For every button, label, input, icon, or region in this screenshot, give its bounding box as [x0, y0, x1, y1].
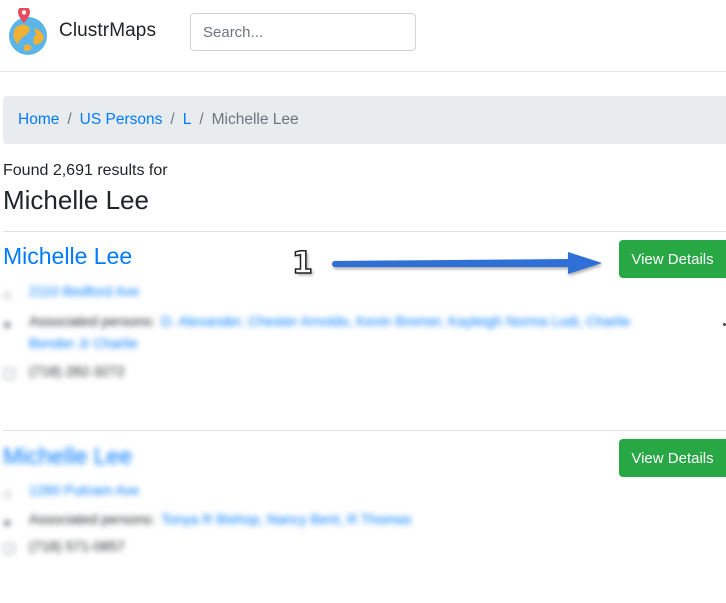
users-icon: ●	[3, 514, 12, 530]
phone-number: (718) 571-0857	[29, 538, 125, 554]
breadcrumb-separator: /	[199, 111, 204, 128]
page-title: Michelle Lee	[3, 185, 149, 215]
users-icon: ●	[3, 316, 12, 332]
breadcrumb-letter-link[interactable]: L	[183, 111, 192, 129]
view-details-button[interactable]: View Details	[619, 240, 726, 278]
associated-persons-links-cont[interactable]: Bender Jr Charlie	[29, 332, 138, 354]
divider	[3, 231, 726, 232]
breadcrumb-separator: /	[170, 111, 175, 128]
phone-icon: ☐	[3, 541, 16, 557]
globe-pin-logo-icon[interactable]	[6, 8, 50, 56]
search-input[interactable]	[190, 13, 416, 51]
associated-label: Associated persons:	[29, 313, 156, 329]
results-count: 2,691	[52, 162, 93, 179]
address-link[interactable]: 1260 Putnam Ave	[29, 479, 139, 501]
associated-persons-links[interactable]: D. Alexander, Chester Arnoldo, Kevin Bre…	[161, 310, 630, 332]
breadcrumb-separator: /	[67, 111, 72, 128]
divider	[3, 430, 726, 431]
associated-persons-links[interactable]: Tonya R Bishop, Nancy Bent, R Thomas	[161, 508, 411, 530]
site-header: ClustrMaps	[0, 0, 726, 72]
home-icon: ⌂	[3, 485, 12, 501]
results-count-text: Found 2,691 results for	[3, 162, 168, 180]
phone-row: ☐ (718) 282-3272	[3, 360, 125, 382]
breadcrumb-current: Michelle Lee	[211, 111, 299, 128]
associated-persons-continued: Bender Jr Charlie	[29, 332, 138, 354]
phone-number: (718) 282-3272	[29, 363, 125, 379]
annotation-arrow-icon	[332, 252, 602, 274]
result-card: Michelle Lee View Details ⌂ 1260 Putnam …	[3, 439, 726, 579]
home-icon: ⌂	[3, 286, 12, 302]
associated-persons-row: ● Associated persons: D. Alexander, Ches…	[3, 310, 693, 332]
address-link[interactable]: 2110 Bedford Ave	[29, 280, 139, 302]
associated-persons-row: ● Associated persons: Tonya R Bishop, Na…	[3, 508, 411, 530]
found-suffix: results for	[97, 162, 168, 179]
view-details-button[interactable]: View Details	[619, 439, 726, 477]
breadcrumb-home-link[interactable]: Home	[18, 111, 59, 129]
breadcrumb-us-persons-link[interactable]: US Persons	[80, 111, 163, 129]
phone-icon: ☐	[3, 366, 16, 382]
result-name-link[interactable]: Michelle Lee	[3, 243, 132, 270]
phone-row: ☐ (718) 571-0857	[3, 535, 125, 557]
annotation-step-number: 1	[291, 245, 313, 282]
found-prefix: Found	[3, 162, 49, 179]
breadcrumb: Home / US Persons / L / Michelle Lee	[3, 96, 726, 144]
address-row: ⌂ 2110 Bedford Ave	[3, 280, 139, 302]
brand-name[interactable]: ClustrMaps	[59, 20, 156, 42]
result-name-link[interactable]: Michelle Lee	[3, 443, 132, 470]
associated-label: Associated persons:	[29, 511, 156, 527]
address-row: ⌂ 1260 Putnam Ave	[3, 479, 139, 501]
